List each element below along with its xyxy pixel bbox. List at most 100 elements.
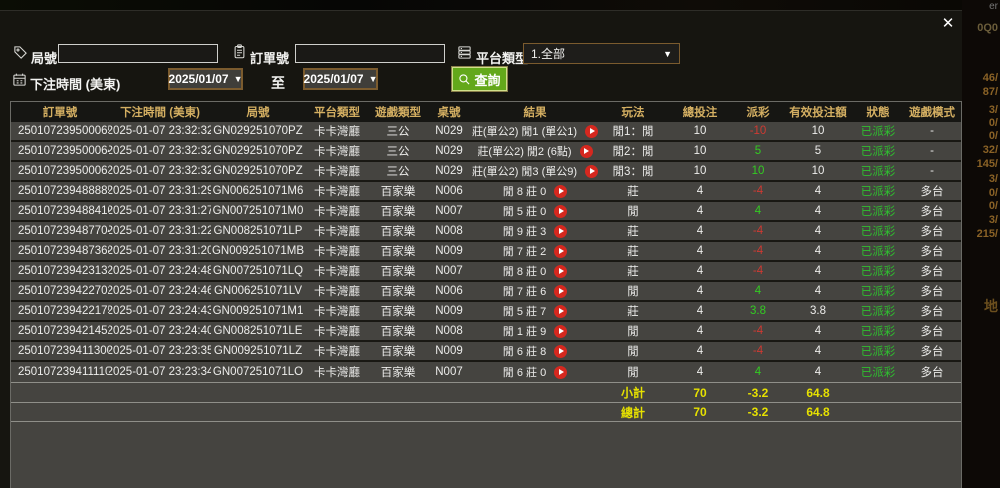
cell-game-mode: 多台 bbox=[920, 246, 944, 258]
table-row[interactable]: 250107239500065 2025-01-07 23:32:32 GN02… bbox=[11, 122, 961, 142]
table-row[interactable]: 250107239487704 2025-01-07 23:31:22 GN00… bbox=[11, 222, 961, 242]
close-icon[interactable]: ✕ bbox=[938, 14, 958, 34]
cell-game-no: GN007251071M0 bbox=[212, 205, 304, 217]
cell-game-type: 百家樂 bbox=[380, 306, 416, 318]
cell-order-no: 250107239488410 bbox=[18, 205, 109, 217]
cell-play-type: 閒1：閒 bbox=[612, 126, 654, 138]
cell-game-mode: 多台 bbox=[920, 226, 944, 238]
cell-total-bet: 4 bbox=[696, 366, 704, 378]
cell-table-no: N009 bbox=[435, 305, 463, 317]
cell-total-bet: 4 bbox=[696, 285, 704, 297]
sum-empty bbox=[109, 383, 211, 402]
search-button[interactable]: 查詢 bbox=[452, 67, 507, 91]
cell-game-mode: 多台 bbox=[920, 367, 944, 379]
bet-time-label: 下注時間 (美東) bbox=[30, 77, 121, 92]
cell-status: 已派彩 bbox=[860, 146, 896, 158]
play-video-icon[interactable] bbox=[585, 124, 599, 138]
cell-valid-bet: 4 bbox=[814, 185, 822, 197]
cell-bet-time: 2025-01-07 23:24:46 bbox=[109, 285, 211, 297]
cell-game-mode: 多台 bbox=[920, 186, 944, 198]
cell-play-type: 閒 bbox=[627, 367, 639, 379]
cell-play-type: 閒2：閒 bbox=[612, 146, 654, 158]
sum-total_bet: 70 bbox=[693, 385, 707, 400]
game-no-input[interactable] bbox=[58, 44, 218, 63]
play-video-icon[interactable] bbox=[554, 344, 568, 358]
date-to-value: 2025/01/07 bbox=[303, 72, 364, 86]
cell-bet-time: 2025-01-07 23:32:32 bbox=[109, 165, 211, 177]
cell-total-bet: 10 bbox=[693, 145, 707, 157]
play-video-icon[interactable] bbox=[554, 184, 568, 198]
sum-empty bbox=[11, 383, 109, 402]
cell-order-no: 250107239411300 bbox=[18, 345, 109, 357]
sum-empty bbox=[471, 403, 599, 421]
cell-result: 閒 1 莊 9 bbox=[471, 322, 599, 340]
cell-play-type: 莊 bbox=[627, 306, 639, 318]
date-from-select[interactable]: 2025/01/07 ▼ bbox=[168, 68, 243, 90]
play-video-icon[interactable] bbox=[554, 224, 568, 238]
table-header-row: 訂單號 下注時間 (美東) 局號 平台類型 遊戲類型 桌號 結果 玩法 總投注 派彩 有效投注額 狀態… bbox=[11, 102, 961, 122]
sum-valid_bet: 64.8 bbox=[806, 385, 830, 400]
sum-empty bbox=[427, 403, 471, 421]
table-row[interactable]: 250107239421452 2025-01-07 23:24:40 GN00… bbox=[11, 322, 961, 342]
order-no-input[interactable] bbox=[295, 44, 445, 63]
table-row[interactable]: 250107239500063 2025-01-07 23:32:32 GN02… bbox=[11, 162, 961, 182]
play-video-icon[interactable] bbox=[554, 284, 568, 298]
play-video-icon[interactable] bbox=[554, 244, 568, 258]
table-row[interactable]: 250107239488885 2025-01-07 23:31:29 GN00… bbox=[11, 182, 961, 202]
cell-order-no: 250107239487704 bbox=[18, 225, 109, 237]
table-row[interactable]: 250107239488410 2025-01-07 23:31:27 GN00… bbox=[11, 202, 961, 222]
table-row[interactable]: 250107239487368 2025-01-07 23:31:20 GN00… bbox=[11, 242, 961, 262]
table-row[interactable]: 250107239411110 2025-01-07 23:23:34 GN00… bbox=[11, 362, 961, 382]
play-video-icon[interactable] bbox=[554, 304, 568, 318]
cell-payout: -4 bbox=[752, 185, 764, 197]
cell-game-mode: - bbox=[930, 165, 934, 177]
column-header: 有效投注額 bbox=[789, 107, 847, 119]
cell-valid-bet: 4 bbox=[814, 366, 822, 378]
cell-platform: 卡卡灣廳 bbox=[314, 226, 360, 238]
cell-platform: 卡卡灣廳 bbox=[314, 346, 360, 358]
result-text: 莊(單公2) 閒1 (單公1) bbox=[471, 126, 578, 138]
cell-total-bet: 4 bbox=[696, 205, 704, 217]
cell-result: 閒 6 莊 0 bbox=[471, 362, 599, 382]
cell-game-type: 百家樂 bbox=[380, 206, 416, 218]
result-text: 閒 6 莊 8 bbox=[502, 346, 547, 358]
table-row[interactable]: 250107239500064 2025-01-07 23:32:32 GN02… bbox=[11, 142, 961, 162]
cell-bet-time: 2025-01-07 23:31:20 bbox=[109, 245, 211, 257]
table-row[interactable]: 250107239422702 2025-01-07 23:24:46 GN00… bbox=[11, 282, 961, 302]
cell-platform: 卡卡灣廳 bbox=[314, 286, 360, 298]
chevron-down-icon: ▼ bbox=[663, 48, 672, 59]
play-video-icon[interactable] bbox=[554, 324, 568, 338]
cell-game-mode: 多台 bbox=[920, 286, 944, 298]
play-video-icon[interactable] bbox=[554, 264, 568, 278]
cell-bet-time: 2025-01-07 23:24:40 bbox=[109, 325, 211, 337]
cell-total-bet: 4 bbox=[696, 345, 704, 357]
play-video-icon[interactable] bbox=[554, 365, 568, 379]
cell-valid-bet: 4 bbox=[814, 325, 822, 337]
cell-payout: 4 bbox=[754, 205, 762, 217]
play-video-icon[interactable] bbox=[554, 204, 568, 218]
cell-result: 莊(單公2) 閒3 (單公9) bbox=[471, 162, 599, 180]
date-to-select[interactable]: 2025/01/07 ▼ bbox=[303, 68, 378, 90]
screen: er 0Q0 46/87/3/0/0/32/145/3/0/0/3/215/地 ✕ … bbox=[0, 0, 1000, 488]
column-header: 結果 bbox=[523, 107, 547, 119]
search-button-label: 查詢 bbox=[474, 72, 501, 88]
cell-game-mode: 多台 bbox=[920, 206, 944, 218]
sum-empty bbox=[11, 403, 109, 421]
play-video-icon[interactable] bbox=[579, 144, 593, 158]
table-row[interactable]: 250107239423133 2025-01-07 23:24:48 GN00… bbox=[11, 262, 961, 282]
table-row[interactable]: 250107239411300 2025-01-07 23:23:35 GN00… bbox=[11, 342, 961, 362]
cell-table-no: N029 bbox=[435, 145, 463, 157]
sum-empty bbox=[305, 383, 369, 402]
cell-status: 已派彩 bbox=[860, 186, 896, 198]
background-text-fragment: 3/ bbox=[988, 173, 998, 185]
table-row[interactable]: 250107239422175 2025-01-07 23:24:43 GN00… bbox=[11, 302, 961, 322]
cell-game-no: GN007251071LO bbox=[212, 366, 304, 378]
play-video-icon[interactable] bbox=[585, 164, 599, 178]
cell-result: 閒 7 莊 2 bbox=[471, 242, 599, 260]
cell-valid-bet: 3.8 bbox=[810, 305, 826, 317]
platform-type-select[interactable]: 1.全部 ▼ bbox=[523, 43, 680, 64]
cell-game-mode: 多台 bbox=[920, 266, 944, 278]
result-text: 閒 7 莊 6 bbox=[502, 286, 547, 298]
result-text: 閒 8 莊 0 bbox=[502, 266, 547, 278]
cell-play-type: 莊 bbox=[627, 266, 639, 278]
